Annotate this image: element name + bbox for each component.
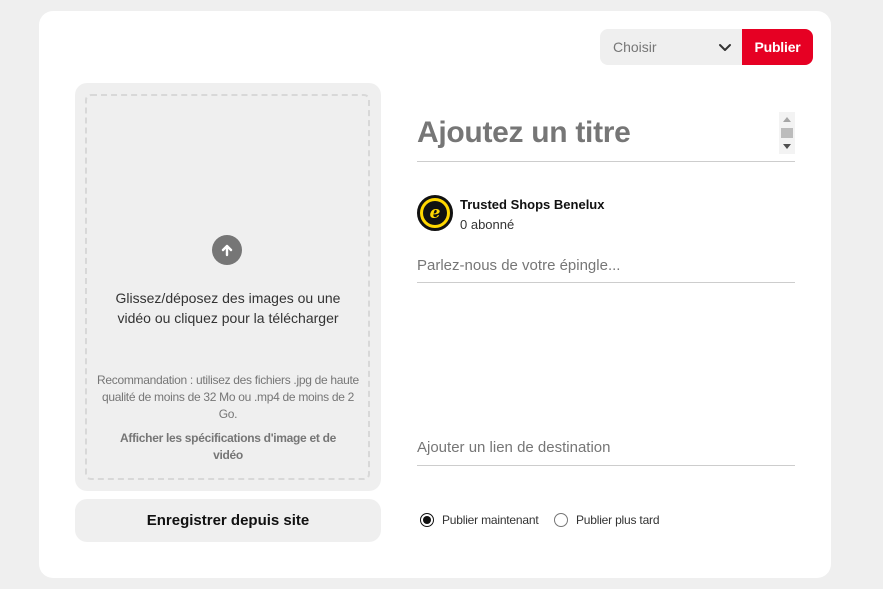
trusted-shops-logo-icon: e — [423, 201, 447, 225]
save-from-site-button[interactable]: Enregistrer depuis site — [75, 499, 381, 542]
title-scrollbar[interactable] — [779, 112, 795, 154]
publish-now-option[interactable]: Publier maintenant — [420, 510, 539, 530]
media-upload-area[interactable]: Glissez/déposez des images ou une vidéo … — [75, 83, 381, 491]
specs-link[interactable]: Afficher les spécifications d'image et d… — [105, 430, 351, 464]
upload-recommendation: Recommandation : utilisez des fichiers .… — [97, 373, 359, 421]
upload-instruction: Glissez/déposez des images ou une vidéo … — [115, 290, 341, 326]
destination-link-input[interactable]: Ajouter un lien de destination — [417, 439, 795, 466]
scroll-down-icon[interactable] — [783, 144, 791, 149]
publish-button[interactable]: Publier — [742, 29, 813, 65]
follower-count: 0 abonné — [460, 217, 515, 232]
avatar: e — [417, 195, 453, 231]
scroll-thumb[interactable] — [781, 128, 793, 138]
publish-now-label: Publier maintenant — [442, 513, 539, 527]
description-input[interactable]: Parlez-nous de votre épingle... — [417, 257, 795, 283]
chevron-down-icon — [719, 44, 731, 51]
publish-later-option[interactable]: Publier plus tard — [554, 510, 660, 530]
board-select-value: Choisir — [613, 39, 657, 55]
title-input[interactable]: Ajoutez un titre — [417, 112, 795, 162]
upload-arrow-icon — [212, 235, 242, 265]
publish-later-radio[interactable] — [554, 513, 568, 527]
account-name: Trusted Shops Benelux — [460, 197, 605, 212]
publish-later-label: Publier plus tard — [576, 513, 660, 527]
board-select[interactable]: Choisir — [600, 29, 742, 65]
publish-now-radio[interactable] — [420, 513, 434, 527]
pin-builder-card: Choisir Publier Glissez/déposez des imag… — [39, 11, 831, 578]
scroll-up-icon[interactable] — [783, 117, 791, 122]
